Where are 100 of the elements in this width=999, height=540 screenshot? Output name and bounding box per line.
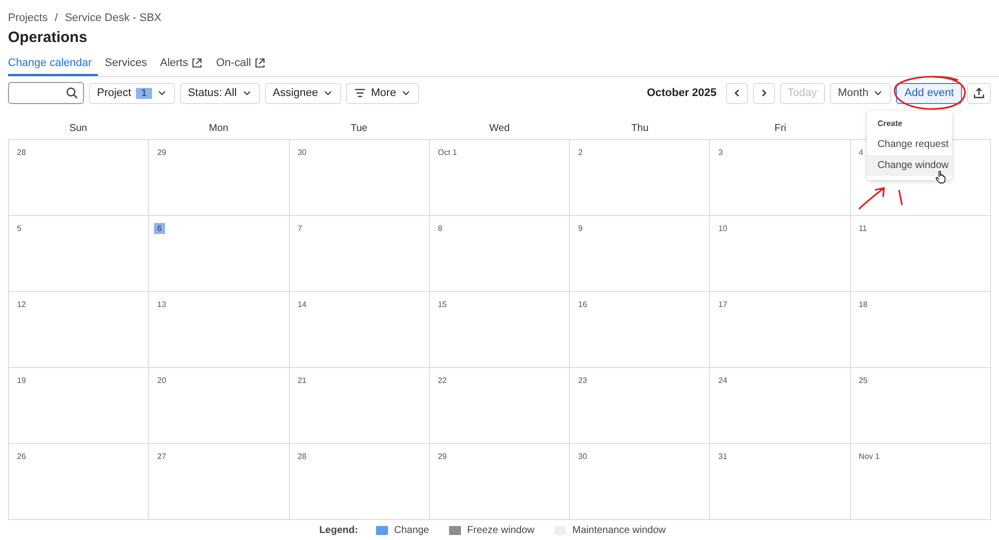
calendar-day-cell[interactable]: 16 — [570, 292, 710, 368]
calendar-day-cell[interactable]: 30 — [570, 444, 710, 520]
chevron-down-icon — [156, 88, 167, 98]
date-number: 16 — [577, 299, 588, 310]
date-number: 12 — [16, 299, 27, 310]
tab[interactable]: Services — [104, 52, 153, 76]
date-number: 29 — [156, 147, 168, 158]
calendar-day-cell[interactable]: 20 — [149, 368, 290, 444]
date-number: 25 — [858, 375, 869, 386]
calendar-day-cell[interactable]: 28 — [9, 140, 150, 216]
calendar-day-cell[interactable]: 14 — [290, 292, 430, 368]
calendar-day-cell[interactable]: 30 — [290, 140, 430, 216]
tab[interactable]: On-call — [216, 52, 272, 76]
filter-dropdown[interactable]: Assignee — [264, 82, 341, 104]
breadcrumb-separator: / — [54, 12, 58, 24]
date-number: 7 — [296, 223, 304, 234]
calendar-day-cell[interactable]: 24 — [710, 368, 851, 444]
calendar-day-cell[interactable]: 11 — [850, 216, 991, 292]
filter-dropdown[interactable]: Project 1 — [89, 82, 175, 104]
export-button[interactable] — [967, 82, 991, 104]
filter-icon — [354, 88, 366, 98]
date-number: 15 — [436, 299, 448, 310]
search-icon — [66, 87, 78, 99]
previous-button[interactable] — [726, 82, 748, 104]
calendar-day-cell[interactable]: 8 — [430, 216, 570, 292]
date-number: 30 — [296, 147, 308, 158]
calendar-day-cell[interactable]: 12 — [9, 292, 150, 368]
calendar-day-cell[interactable]: 15 — [430, 292, 570, 368]
calendar-day-cell[interactable]: 17 — [710, 292, 851, 368]
date-number: 19 — [16, 375, 27, 386]
calendar-day-cell[interactable]: 9 — [570, 216, 710, 292]
chevron-down-icon — [323, 88, 333, 98]
date-number: 28 — [296, 451, 308, 462]
view-dropdown[interactable]: Month — [830, 82, 892, 104]
calendar-day-cell[interactable]: 5 — [9, 216, 150, 292]
upload-icon — [973, 87, 985, 99]
calendar-day-cell[interactable]: Nov 1 — [850, 444, 991, 520]
ink-arrow — [858, 187, 903, 210]
calendar-day-cell[interactable]: 7 — [290, 216, 430, 292]
calendar-day-cell[interactable]: 28 — [290, 444, 430, 520]
weekday-label: Tue — [350, 122, 368, 134]
date-number: 9 — [577, 223, 584, 234]
calendar-day-cell[interactable]: Oct 1 — [430, 140, 570, 216]
calendar-day-cell[interactable]: 3 — [710, 140, 851, 216]
chevron-down-icon — [401, 88, 412, 98]
weekday-label: Sun — [69, 122, 88, 134]
tab[interactable]: Change calendar — [8, 52, 98, 76]
weekday-label: Thu — [631, 122, 649, 134]
calendar-day-cell[interactable]: 29 — [430, 444, 570, 520]
date-number: 21 — [296, 375, 308, 386]
date-number: 8 — [436, 223, 444, 234]
calendar-day-cell[interactable]: 27 — [149, 444, 290, 520]
date-number: 24 — [717, 375, 728, 386]
calendar-day-cell[interactable]: 23 — [570, 368, 710, 444]
menu-item[interactable]: Change window — [867, 154, 952, 176]
search-field[interactable] — [8, 82, 84, 104]
page-title: Operations — [8, 29, 88, 46]
breadcrumb-link[interactable]: Service Desk - SBX — [64, 12, 162, 24]
calendar-day-cell[interactable]: 31 — [710, 444, 851, 520]
calendar-day-cell[interactable]: 26 — [9, 444, 150, 520]
date-number: 20 — [156, 375, 168, 386]
chevron-down-icon — [873, 88, 884, 98]
weekday-label: Mon — [208, 122, 228, 134]
date-number: 27 — [156, 451, 168, 462]
date-number: 13 — [156, 299, 168, 310]
legend-text: Maintenance window — [572, 525, 666, 536]
calendar-day-cell[interactable]: 29 — [149, 140, 290, 216]
date-number: Nov 1 — [858, 451, 881, 462]
calendar-day-cell[interactable]: 10 — [710, 216, 851, 292]
legend-text: Change — [394, 525, 430, 536]
date-number: 29 — [436, 451, 448, 462]
add-event-button[interactable]: Add event — [896, 82, 962, 104]
filter-dropdown[interactable]: Status: All — [180, 82, 260, 104]
date-number: 23 — [577, 375, 588, 386]
calendar-day-cell[interactable]: 18 — [850, 292, 991, 368]
filter-dropdown[interactable]: More — [346, 82, 420, 104]
calendar-day-cell[interactable]: 2 — [570, 140, 710, 216]
calendar-day-cell[interactable]: 22 — [430, 368, 570, 444]
date-number: 5 — [16, 223, 22, 234]
date-number: 28 — [16, 147, 27, 158]
calendar-day-cell[interactable]: 21 — [290, 368, 430, 444]
weekday-label: Fri — [774, 122, 786, 134]
date-number: 2 — [577, 147, 584, 158]
month-label: October 2025 — [646, 87, 717, 99]
tab[interactable]: Alerts — [160, 52, 210, 76]
date-number: 22 — [436, 375, 448, 386]
date-number: Oct 1 — [436, 147, 458, 158]
weekday-label: Wed — [489, 122, 510, 134]
count-badge: 1 — [136, 88, 152, 98]
menu-item[interactable]: Change request — [867, 134, 952, 154]
date-number: 6 — [154, 223, 165, 234]
calendar-day-cell[interactable]: 25 — [850, 368, 991, 444]
date-number: 10 — [717, 223, 728, 234]
breadcrumb-link[interactable]: Projects — [8, 12, 48, 24]
legend-text: Freeze window — [467, 525, 534, 536]
calendar-day-cell[interactable]: 19 — [9, 368, 150, 444]
next-button[interactable] — [752, 82, 775, 104]
calendar-day-cell[interactable]: 13 — [149, 292, 290, 368]
calendar-day-cell[interactable]: 6 — [149, 216, 290, 292]
date-number: 31 — [717, 451, 728, 462]
